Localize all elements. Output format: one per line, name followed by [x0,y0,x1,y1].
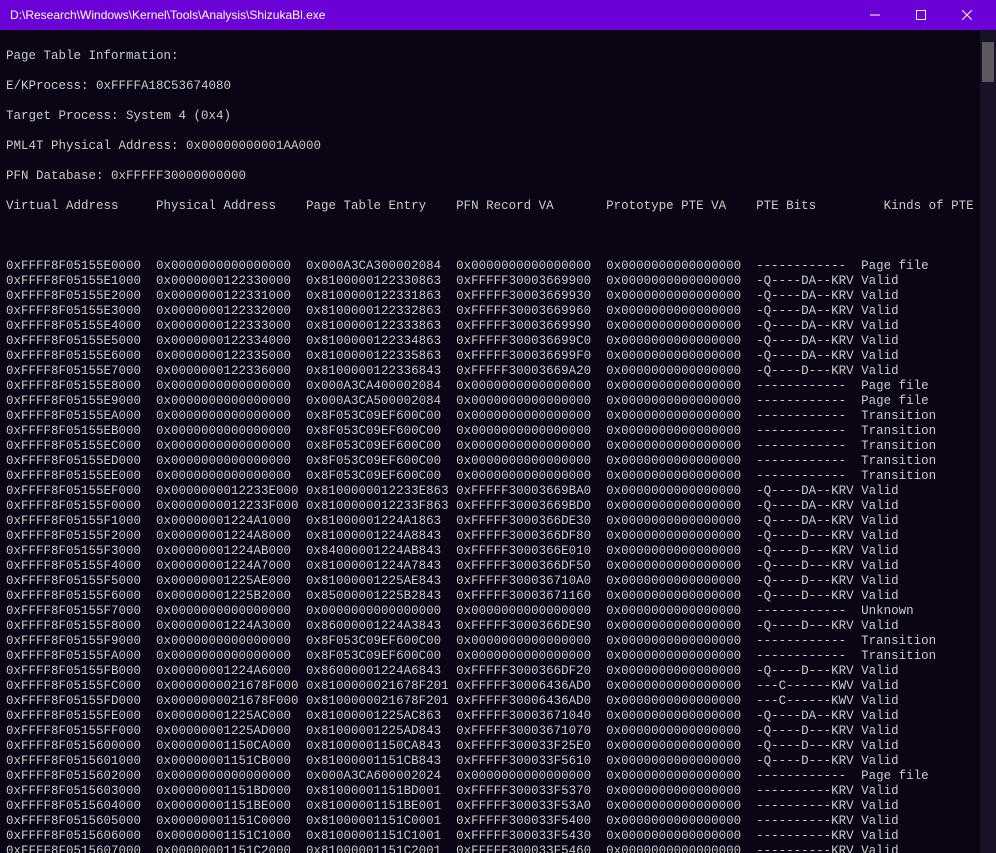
table-row: 0xFFFF8F05155EF000 0x0000000012233E000 0… [6,484,990,499]
table-row: 0xFFFF8F05155ED000 0x0000000000000000 0x… [6,454,990,469]
close-button[interactable] [944,0,990,30]
header-line: PFN Database: 0xFFFFF30000000000 [6,169,990,184]
scrollbar-thumb[interactable] [982,42,994,82]
table-row: 0xFFFF8F05155F1000 0x00000001224A1000 0x… [6,514,990,529]
table-row: 0xFFFF8F05155E7000 0x0000000122336000 0x… [6,364,990,379]
column-headers: Virtual Address Physical Address Page Ta… [6,199,990,214]
table-row: 0xFFFF8F05155E0000 0x0000000000000000 0x… [6,259,990,274]
scrollbar-track[interactable] [980,30,996,853]
blank-line [6,229,990,244]
table-row: 0xFFFF8F05155F3000 0x00000001224AB000 0x… [6,544,990,559]
table-row: 0xFFFF8F0515603000 0x00000001151BD000 0x… [6,784,990,799]
window-title: D:\Research\Windows\Kernel\Tools\Analysi… [10,8,852,22]
table-row: 0xFFFF8F05155F8000 0x00000001224A3000 0x… [6,619,990,634]
table-row: 0xFFFF8F0515601000 0x00000001151CB000 0x… [6,754,990,769]
window-titlebar: D:\Research\Windows\Kernel\Tools\Analysi… [0,0,996,30]
table-row: 0xFFFF8F05155E1000 0x0000000122330000 0x… [6,274,990,289]
table-row: 0xFFFF8F05155FE000 0x00000001225AC000 0x… [6,709,990,724]
header-line: E/KProcess: 0xFFFFA18C53674080 [6,79,990,94]
table-row: 0xFFFF8F05155EB000 0x0000000000000000 0x… [6,424,990,439]
table-row: 0xFFFF8F05155FA000 0x0000000000000000 0x… [6,649,990,664]
table-row: 0xFFFF8F0515605000 0x00000001151C0000 0x… [6,814,990,829]
maximize-icon [916,10,926,20]
table-row: 0xFFFF8F05155E9000 0x0000000000000000 0x… [6,394,990,409]
table-row: 0xFFFF8F05155F6000 0x00000001225B2000 0x… [6,589,990,604]
header-line: PML4T Physical Address: 0x00000000001AA0… [6,139,990,154]
table-row: 0xFFFF8F05155F4000 0x00000001224A7000 0x… [6,559,990,574]
table-row: 0xFFFF8F0515606000 0x00000001151C1000 0x… [6,829,990,844]
table-row: 0xFFFF8F05155FC000 0x0000000021678F000 0… [6,679,990,694]
table-row: 0xFFFF8F05155F2000 0x00000001224A8000 0x… [6,529,990,544]
minimize-button[interactable] [852,0,898,30]
table-row: 0xFFFF8F05155F0000 0x0000000012233F000 0… [6,499,990,514]
close-icon [962,10,972,20]
table-row: 0xFFFF8F0515607000 0x00000001151C2000 0x… [6,844,990,853]
table-row: 0xFFFF8F05155E5000 0x0000000122334000 0x… [6,334,990,349]
table-row: 0xFFFF8F05155FF000 0x00000001225AD000 0x… [6,724,990,739]
table-row: 0xFFFF8F05155F5000 0x00000001225AE000 0x… [6,574,990,589]
table-row: 0xFFFF8F05155E3000 0x0000000122332000 0x… [6,304,990,319]
table-row: 0xFFFF8F05155EC000 0x0000000000000000 0x… [6,439,990,454]
maximize-button[interactable] [898,0,944,30]
table-row: 0xFFFF8F05155F7000 0x0000000000000000 0x… [6,604,990,619]
table-row: 0xFFFF8F0515600000 0x00000001150CA000 0x… [6,739,990,754]
header-line: Target Process: System 4 (0x4) [6,109,990,124]
table-row: 0xFFFF8F05155E8000 0x0000000000000000 0x… [6,379,990,394]
table-row: 0xFFFF8F05155EA000 0x0000000000000000 0x… [6,409,990,424]
minimize-icon [870,10,880,20]
header-line: Page Table Information: [6,49,990,64]
console-output: Page Table Information: E/KProcess: 0xFF… [0,30,996,853]
table-row: 0xFFFF8F05155FB000 0x00000001224A6000 0x… [6,664,990,679]
table-row: 0xFFFF8F0515602000 0x0000000000000000 0x… [6,769,990,784]
table-body: 0xFFFF8F05155E0000 0x0000000000000000 0x… [6,259,990,853]
table-row: 0xFFFF8F05155E4000 0x0000000122333000 0x… [6,319,990,334]
table-row: 0xFFFF8F05155F9000 0x0000000000000000 0x… [6,634,990,649]
table-row: 0xFFFF8F05155FD000 0x0000000021678F000 0… [6,694,990,709]
table-row: 0xFFFF8F05155E2000 0x0000000122331000 0x… [6,289,990,304]
table-row: 0xFFFF8F0515604000 0x00000001151BE000 0x… [6,799,990,814]
window-controls [852,0,990,30]
table-row: 0xFFFF8F05155E6000 0x0000000122335000 0x… [6,349,990,364]
table-row: 0xFFFF8F05155EE000 0x0000000000000000 0x… [6,469,990,484]
